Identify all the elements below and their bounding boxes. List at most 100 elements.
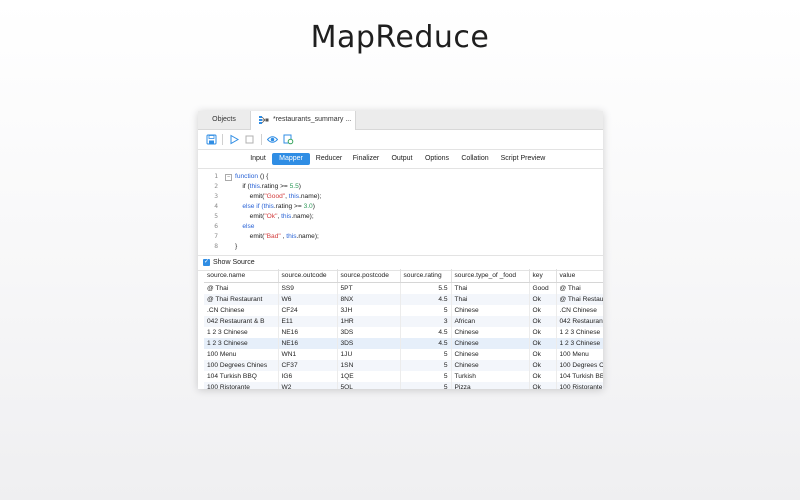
table-cell: @ Thai Restaurant [204, 294, 279, 305]
code-line: 7 emit("Bad" , this.name); [198, 232, 603, 242]
table-cell: 1 2 3 Chinese [556, 327, 603, 338]
table-cell: 100 Menu [204, 349, 279, 360]
step-tabs: Input Mapper Reducer Finalizer Output Op… [198, 150, 603, 169]
code-text: else [235, 223, 255, 230]
results-table: source.name source.outcode source.postcode… [204, 269, 603, 389]
line-number: 8 [214, 243, 218, 250]
table-cell: 5 [400, 382, 452, 389]
code-line: 2 if (this.rating >= 5.5) [198, 182, 603, 192]
step-options[interactable]: Options [422, 153, 452, 165]
table-cell: 100 Menu [556, 349, 603, 360]
table-cell: 1 2 3 Chinese [204, 327, 279, 338]
table-cell: Ok [529, 371, 557, 382]
code-line: 1− function () { [198, 172, 603, 182]
table-cell: IG6 [278, 371, 338, 382]
table-cell: 104 Turkish BBQ [556, 371, 603, 382]
mapreduce-icon [259, 116, 269, 124]
table-row[interactable]: 104 Turkish BBQ IG6 1QE 5 Turkish Ok 104 Turki… [204, 371, 603, 382]
table-cell: Chinese [451, 327, 530, 338]
toolbar-divider [261, 134, 262, 145]
table-cell: Ok [529, 327, 557, 338]
table-cell: 100 Ristorante [556, 382, 603, 389]
code-text: emit("Good", this.name); [235, 193, 322, 200]
code-text: emit("Ok", this.name); [235, 213, 314, 220]
table-cell: 4.5 [400, 294, 452, 305]
column-header[interactable]: source.name [204, 269, 279, 283]
preview-icon[interactable] [267, 134, 278, 145]
column-header[interactable]: source.rating [400, 269, 452, 283]
explain-icon[interactable] [283, 134, 294, 145]
stop-icon[interactable] [244, 134, 255, 145]
tab-mapreduce[interactable]: *restaurants_summary ... [250, 111, 356, 130]
code-text: } [235, 243, 238, 250]
column-header[interactable]: source.postcode [337, 269, 401, 283]
table-cell: African [451, 316, 530, 327]
table-cell: Good [529, 282, 557, 294]
table-cell: 3DS [337, 327, 401, 338]
table-cell: W2 [278, 382, 338, 389]
table-row[interactable]: 100 Ristorante W2 5QL 5 Pizza Ok 100 Ristorant… [204, 382, 603, 389]
column-header[interactable]: key [529, 269, 557, 283]
code-text: else if (this.rating >= 3.0) [235, 203, 315, 210]
table-row[interactable]: @ Thai SS9 5PT 5.5 Thai Good @ Thai [204, 282, 603, 294]
table-row[interactable]: .CN Chinese CF24 3JH 5 Chinese Ok .CN Chinese [204, 305, 603, 316]
run-icon[interactable] [229, 134, 240, 145]
table-cell: Ok [529, 338, 557, 349]
table-cell: Chinese [451, 338, 530, 349]
table-cell: E11 [278, 316, 338, 327]
show-source-checkbox[interactable]: ✓ [203, 259, 210, 266]
table-cell: 1 2 3 Chinese [556, 338, 603, 349]
table-cell: 1JU [337, 349, 401, 360]
table-cell: 8NX [337, 294, 401, 305]
table-cell: Chinese [451, 360, 530, 371]
table-cell: CF37 [278, 360, 338, 371]
line-number: 4 [214, 203, 218, 210]
table-cell: Chinese [451, 349, 530, 360]
table-row[interactable]: 1 2 3 Chinese NE16 3DS 4.5 Chinese Ok 1 2 3 Ch… [204, 327, 603, 338]
table-row[interactable]: 100 Degrees Chines CF37 1SN 5 Chinese Ok 100 D… [204, 360, 603, 371]
code-line: 6 else [198, 222, 603, 232]
tab-label: *restaurants_summary ... [273, 116, 352, 123]
code-editor[interactable]: 1− function () {2 if (this.rating >= 5.5)… [198, 169, 603, 256]
table-cell: 3 [400, 316, 452, 327]
table-cell: Turkish [451, 371, 530, 382]
table-cell: 5 [400, 371, 452, 382]
fold-toggle-icon[interactable]: − [225, 174, 232, 181]
step-reducer[interactable]: Reducer [313, 153, 345, 165]
table-cell: 5QL [337, 382, 401, 389]
table-cell: 100 Degrees Chines [204, 360, 279, 371]
step-output[interactable]: Output [387, 153, 417, 165]
table-row[interactable]: @ Thai Restaurant W6 8NX 4.5 Thai Ok @ Thai Re… [204, 294, 603, 305]
table-cell: @ Thai [204, 282, 279, 294]
table-cell: 100 Ristorante [204, 382, 279, 389]
table-row[interactable]: 042 Restaurant & B E11 1HR 3 African Ok 042 Re… [204, 316, 603, 327]
table-cell: Pizza [451, 382, 530, 389]
column-header[interactable]: value [556, 269, 603, 283]
code-line: 5 emit("Ok", this.name); [198, 212, 603, 222]
table-cell: Chinese [451, 305, 530, 316]
table-cell: Ok [529, 382, 557, 389]
app-window: Objects *restaurants_summary ... Input M… [198, 111, 603, 389]
step-collation[interactable]: Collation [457, 153, 493, 165]
table-cell: 1QE [337, 371, 401, 382]
tab-objects[interactable]: Objects [198, 111, 250, 129]
step-script-preview[interactable]: Script Preview [497, 153, 549, 165]
table-cell: 5 [400, 349, 452, 360]
table-row[interactable]: 1 2 3 Chinese NE16 3DS 4.5 Chinese Ok 1 2 3 Ch… [204, 338, 603, 349]
table-cell: 3DS [337, 338, 401, 349]
table-cell: .CN Chinese [204, 305, 279, 316]
column-header[interactable]: source.type_of _food [451, 269, 530, 283]
table-cell: Ok [529, 305, 557, 316]
table-row[interactable]: 100 Menu WN1 1JU 5 Chinese Ok 100 Menu [204, 349, 603, 360]
column-header[interactable]: source.outcode [278, 269, 338, 283]
table-cell: 4.5 [400, 338, 452, 349]
save-icon[interactable] [206, 134, 217, 145]
line-number: 1 [214, 173, 218, 180]
table-cell: NE16 [278, 338, 338, 349]
step-input[interactable]: Input [246, 153, 270, 165]
table-cell: Thai [451, 282, 530, 294]
step-mapper[interactable]: Mapper [272, 153, 310, 165]
step-finalizer[interactable]: Finalizer [350, 153, 382, 165]
table-cell: Ok [529, 360, 557, 371]
line-number: 7 [214, 233, 218, 240]
